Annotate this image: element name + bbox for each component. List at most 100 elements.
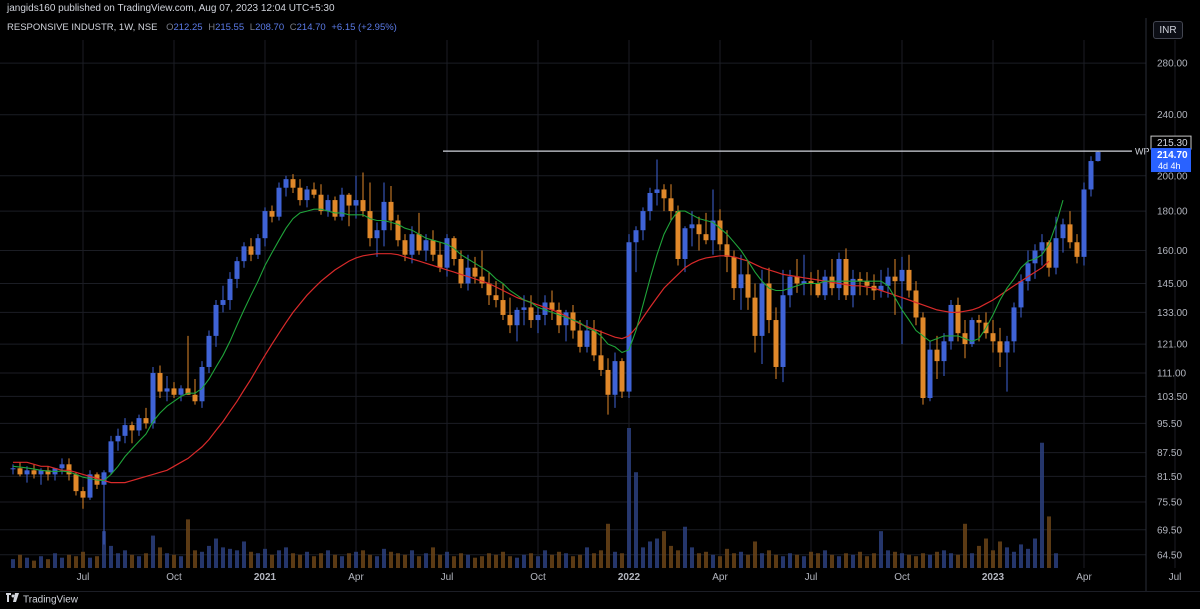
volume-bar: [508, 556, 512, 568]
volume-bar: [305, 551, 309, 568]
candle: [10, 464, 16, 475]
candle-body: [773, 320, 779, 367]
volume-bar: [613, 551, 617, 568]
candle-body: [535, 314, 541, 321]
candle-body: [899, 269, 905, 282]
tradingview-logo-icon[interactable]: [6, 592, 19, 608]
volume-bar: [186, 519, 190, 568]
volume-bar: [900, 553, 904, 568]
candle: [136, 414, 142, 436]
candle-body: [157, 372, 163, 392]
candle-body: [1039, 242, 1045, 251]
candle-body: [619, 361, 625, 392]
candle: [1088, 156, 1094, 197]
candle-body: [689, 224, 695, 229]
candle: [374, 222, 380, 257]
time-tick-label: 2023: [982, 572, 1005, 583]
candle-body: [913, 290, 919, 318]
time-tick-label: Jul: [77, 572, 90, 583]
time-tick-label: Oct: [530, 572, 546, 583]
volume-bar: [270, 554, 274, 568]
candle: [1025, 250, 1031, 291]
candle-body: [661, 189, 667, 199]
candle-body: [227, 278, 233, 301]
price-tick-label: 103.50: [1157, 392, 1188, 403]
candle: [640, 207, 646, 241]
volume-bar: [151, 535, 155, 568]
volume-bar: [74, 556, 78, 568]
volume-bar: [137, 556, 141, 568]
time-tick-label: Oct: [894, 572, 910, 583]
candle-body: [59, 464, 65, 469]
candle: [1060, 218, 1066, 253]
candle-body: [360, 200, 366, 212]
volume-bar: [165, 553, 169, 568]
volume-bar: [116, 553, 120, 568]
candle-body: [745, 274, 751, 298]
volume-bar: [914, 556, 918, 568]
candle: [556, 302, 562, 334]
volume-bar: [39, 556, 43, 568]
volume-bar: [130, 554, 134, 568]
volume-bar: [865, 556, 869, 568]
candle: [171, 382, 177, 399]
volume-bar: [361, 550, 365, 568]
close-value: 214.70: [296, 22, 326, 33]
candle: [17, 462, 23, 477]
volume-bar: [25, 557, 29, 568]
price-chart[interactable]: WP 280.00 240.00 200.00 180.00 160.00 145.00 1…: [0, 0, 1200, 609]
candle-body: [73, 474, 79, 492]
volume-bar: [298, 554, 302, 568]
candle-body: [941, 341, 947, 362]
candle: [45, 466, 51, 481]
price-axis: 280.00 240.00 200.00 180.00 160.00 145.00 133.…: [1145, 18, 1188, 591]
candle: [1004, 335, 1010, 392]
symbol-name[interactable]: RESPONSIVE INDUSTR, 1W, NSE: [7, 22, 157, 33]
candle-body: [724, 244, 730, 257]
candle: [584, 320, 590, 353]
moving-average-slow-line: [13, 253, 1050, 484]
candle: [528, 295, 534, 328]
volume-bar: [599, 550, 603, 568]
candle: [969, 317, 975, 347]
candle: [759, 269, 765, 365]
candle: [654, 159, 660, 206]
price-tick-label: 200.00: [1157, 171, 1188, 182]
volume-bar: [788, 553, 792, 568]
volume-bar: [774, 554, 778, 568]
volume-bar: [746, 554, 750, 568]
volume-bar: [606, 523, 610, 568]
candle-body: [241, 246, 247, 262]
volume-bar: [501, 551, 505, 568]
last-price-label: 214.70: [1157, 150, 1188, 161]
volume-bar: [802, 556, 806, 568]
candle: [1046, 240, 1052, 277]
volume-bar: [550, 554, 554, 568]
candle-body: [906, 269, 912, 291]
candle-body: [591, 330, 597, 356]
candle: [836, 252, 842, 301]
time-tick-label: Oct: [166, 572, 182, 583]
candle-body: [283, 179, 289, 188]
candle-body: [367, 211, 373, 239]
volume-bar: [872, 553, 876, 568]
candle: [843, 248, 849, 301]
candle-body: [822, 276, 828, 296]
high-price-label: 215.30: [1157, 138, 1188, 149]
candle: [297, 179, 303, 206]
candle: [948, 300, 954, 350]
volume-bar: [956, 554, 960, 568]
candle: [164, 375, 170, 402]
candle: [395, 214, 401, 247]
candle: [66, 458, 72, 481]
candle: [535, 307, 541, 334]
volume-bar: [207, 545, 211, 568]
volume-bar: [928, 554, 932, 568]
volume-bar: [704, 551, 708, 568]
volume-bar: [823, 550, 827, 568]
candle: [304, 185, 310, 208]
candle: [668, 184, 674, 221]
currency-button[interactable]: INR: [1153, 21, 1183, 39]
candle-body: [213, 304, 219, 336]
candle-body: [388, 201, 394, 221]
